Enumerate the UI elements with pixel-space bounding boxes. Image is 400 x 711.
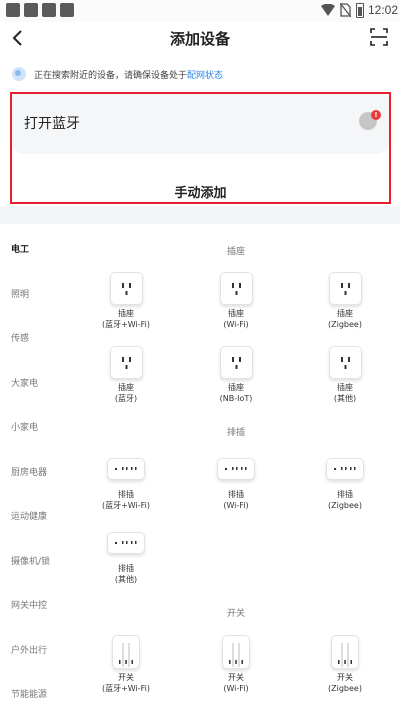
device-protocol: (NB-IoT) <box>219 394 253 403</box>
device-protocol: (Wi-Fi) <box>223 501 249 510</box>
device-name: 开关 <box>118 673 134 682</box>
bluetooth-label: 打开蓝牙 <box>24 116 80 132</box>
device-item-socket[interactable]: 插座 (NB-IoT) <box>196 346 276 404</box>
section-divider <box>0 206 400 224</box>
device-name: 开关 <box>337 673 353 682</box>
category-item[interactable]: 运动健康 <box>11 509 47 522</box>
power-strip-icon <box>217 458 255 480</box>
power-strip-icon <box>107 532 145 554</box>
category-item[interactable]: 大家电 <box>11 376 38 389</box>
device-name: 插座 <box>228 383 244 392</box>
notification-icon <box>24 3 38 17</box>
device-name: 插座 <box>337 383 353 392</box>
socket-icon <box>328 272 362 305</box>
device-item-socket[interactable]: 插座 (蓝牙) <box>86 346 166 404</box>
socket-icon <box>109 346 143 379</box>
device-name: 排插 <box>118 490 134 499</box>
category-item[interactable]: 厨房电器 <box>11 465 47 478</box>
wall-switch-icon <box>112 635 140 669</box>
category-item[interactable]: 传感 <box>11 331 29 344</box>
device-name: 插座 <box>118 383 134 392</box>
notification-icon <box>42 3 56 17</box>
device-protocol: (蓝牙+Wi-Fi) <box>101 501 151 510</box>
device-protocol: (Wi-Fi) <box>223 320 249 329</box>
page-title: 添加设备 <box>169 30 230 48</box>
clock: 12:02 <box>368 3 399 17</box>
device-item-socket[interactable]: 插座 (Wi-Fi) <box>196 272 276 330</box>
network-mode-link[interactable]: 配网状态 <box>187 68 223 81</box>
manual-add-button[interactable]: 手动添加 <box>12 182 389 201</box>
category-item[interactable]: 照明 <box>11 287 29 300</box>
wifi-icon <box>321 4 335 16</box>
device-protocol: (蓝牙+Wi-Fi) <box>101 320 151 329</box>
socket-icon <box>219 272 253 305</box>
device-name: 排插 <box>337 490 353 499</box>
search-status-text: 正在搜索附近的设备，请确保设备处于 <box>34 70 188 81</box>
device-item-switch[interactable]: 开关 (Zigbee) <box>305 635 385 694</box>
device-name: 排插 <box>118 564 134 573</box>
device-protocol: (Zigbee) <box>328 684 362 693</box>
device-name: 插座 <box>118 309 134 318</box>
category-item[interactable]: 小家电 <box>11 420 38 433</box>
spinner-icon <box>12 67 26 81</box>
device-item-strip[interactable]: 排插 (蓝牙+Wi-Fi) <box>86 452 166 511</box>
device-item-switch[interactable]: 开关 (Wi-Fi) <box>196 635 276 694</box>
device-name: 插座 <box>228 309 244 318</box>
notification-icon <box>60 3 74 17</box>
device-item-strip[interactable]: 排插 (Wi-Fi) <box>196 452 276 511</box>
power-strip-icon <box>326 458 364 480</box>
battery-icon <box>356 3 364 18</box>
device-name: 开关 <box>228 673 244 682</box>
search-status: 正在搜索附近的设备，请确保设备处于 配网状态 <box>12 66 223 82</box>
notification-icon <box>6 3 20 17</box>
device-item-socket[interactable]: 插座 (蓝牙+Wi-Fi) <box>86 272 166 330</box>
section-title-socket: 插座 <box>226 247 245 257</box>
device-item-socket[interactable]: 插座 (其他) <box>305 346 385 404</box>
no-sim-icon <box>340 3 351 17</box>
wall-switch-icon <box>331 635 359 669</box>
device-item-strip[interactable]: 排插 (其他) <box>86 526 166 585</box>
device-name: 排插 <box>228 490 244 499</box>
category-item[interactable]: 户外出行 <box>11 643 47 656</box>
device-item-socket[interactable]: 插座 (Zigbee) <box>305 272 385 330</box>
category-item[interactable]: 节能能源 <box>11 687 47 700</box>
device-item-switch[interactable]: 开关 (蓝牙+Wi-Fi) <box>86 635 166 694</box>
status-bar: 12:02 <box>0 0 400 22</box>
device-protocol: (Zigbee) <box>328 501 362 510</box>
highlight-box: 打开蓝牙 ! 手动添加 <box>10 92 391 204</box>
bluetooth-row[interactable]: 打开蓝牙 ! <box>12 94 389 154</box>
socket-icon <box>109 272 143 305</box>
device-name: 插座 <box>337 309 353 318</box>
category-item[interactable]: 电工 <box>11 242 29 255</box>
section-title-strip: 排插 <box>226 428 245 438</box>
device-protocol: (Zigbee) <box>328 320 362 329</box>
device-item-strip[interactable]: 排插 (Zigbee) <box>305 452 385 511</box>
category-sidebar: 电工 照明 传感 大家电 小家电 厨房电器 运动健康 摄像机/锁 网关中控 户外… <box>0 224 90 711</box>
device-protocol: (蓝牙) <box>114 394 138 403</box>
alert-badge: ! <box>371 110 381 120</box>
socket-icon <box>219 346 253 379</box>
device-protocol: (蓝牙+Wi-Fi) <box>101 684 151 693</box>
power-strip-icon <box>107 458 145 480</box>
category-item[interactable]: 摄像机/锁 <box>11 554 50 567</box>
category-item[interactable]: 网关中控 <box>11 598 47 611</box>
section-title-switch: 开关 <box>226 609 245 619</box>
wall-switch-icon <box>222 635 250 669</box>
title-bar: 添加设备 <box>0 22 400 54</box>
device-protocol: (其他) <box>333 394 357 403</box>
device-protocol: (其他) <box>114 575 138 584</box>
socket-icon <box>328 346 362 379</box>
device-protocol: (Wi-Fi) <box>223 684 249 693</box>
scan-icon[interactable] <box>370 28 388 46</box>
